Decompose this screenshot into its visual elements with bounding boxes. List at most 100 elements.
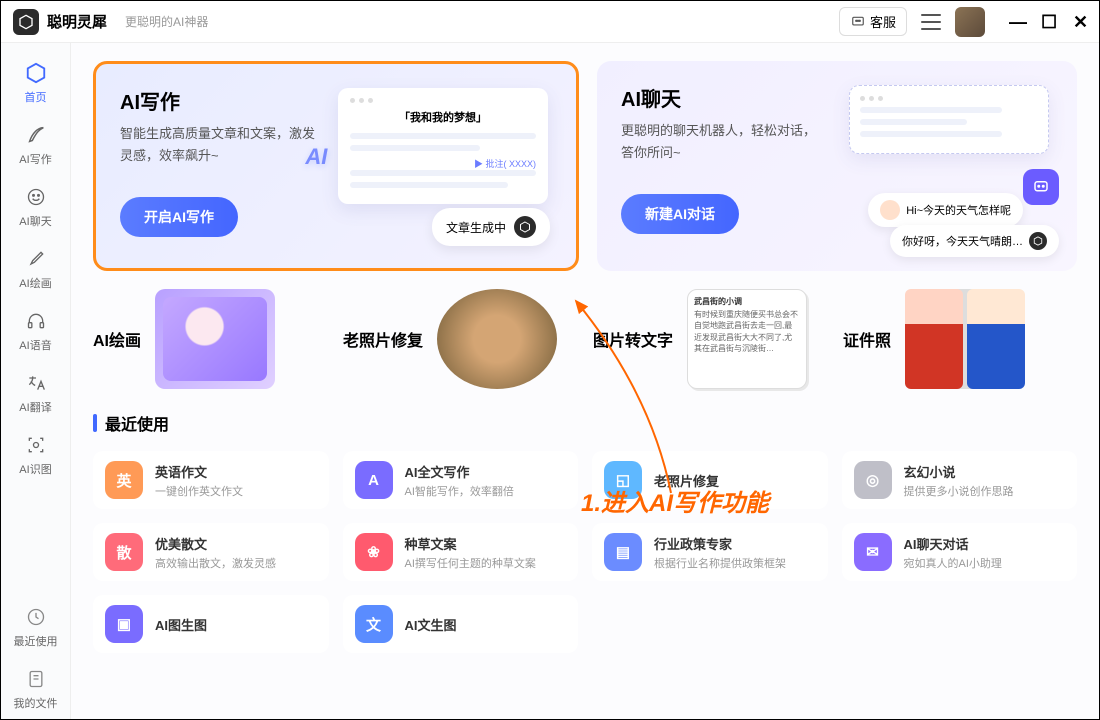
nav-files[interactable]: 我的文件 xyxy=(6,659,66,719)
feature-title: 图片转文字 xyxy=(593,327,673,351)
recent-item[interactable]: ▤ 行业政策专家 根据行业名称提供政策框架 xyxy=(592,523,828,581)
nav-label: 最近使用 xyxy=(14,633,58,649)
feature-title: AI绘画 xyxy=(93,327,141,351)
feature-ocr[interactable]: 图片转文字 武昌街的小调 有时候到重庆随便买书总会不自觉地跑武昌街去走一回,最近… xyxy=(593,289,827,389)
smile-icon xyxy=(24,185,48,209)
recent-item[interactable]: 散 优美散文 高效输出散文，激发灵感 xyxy=(93,523,329,581)
recent-icon: ▤ xyxy=(604,533,642,571)
recent-icon: ✉ xyxy=(854,533,892,571)
hero-writing-card[interactable]: AI写作 智能生成高质量文章和文案，激发灵感，效率飙升~ 开启AI写作 AI 「… xyxy=(93,61,579,271)
logo-icon xyxy=(13,9,39,35)
nav-translate[interactable]: AI翻译 xyxy=(6,363,66,423)
recent-name: 老照片修复 xyxy=(654,471,719,490)
feature-row: AI绘画 老照片修复 图片转文字 武昌街的小调 有时候到重庆随便买书总会不自觉地… xyxy=(93,289,1077,389)
recent-sub: AI智能写作，效率翻倍 xyxy=(405,483,514,499)
recent-item[interactable]: A AI全文写作 AI智能写作，效率翻倍 xyxy=(343,451,579,509)
feature-photorestore[interactable]: 老照片修复 xyxy=(343,289,577,389)
feature-idphoto[interactable]: 证件照 xyxy=(843,289,1077,389)
recent-item[interactable]: 文 AI文生图 xyxy=(343,595,579,653)
hero-writing-title: AI写作 xyxy=(120,86,327,115)
recent-item[interactable]: 英 英语作文 一键创作英文作文 xyxy=(93,451,329,509)
feature-aidraw[interactable]: AI绘画 xyxy=(93,289,327,389)
nav-home[interactable]: 首页 xyxy=(6,53,66,113)
recent-sub: 宛如真人的AI小助理 xyxy=(904,555,1002,571)
menu-button[interactable] xyxy=(921,14,941,30)
app-logo: 聪明灵犀 更聪明的AI神器 xyxy=(13,9,208,35)
support-label: 客服 xyxy=(870,12,896,31)
window-close[interactable]: ✕ xyxy=(1073,15,1087,29)
user-avatar[interactable] xyxy=(955,7,985,37)
app-name: 聪明灵犀 xyxy=(47,11,107,32)
translate-icon xyxy=(24,371,48,395)
chat-bubble-reply: 你好呀，今天天气晴朗… xyxy=(890,225,1059,257)
recent-item[interactable]: ▣ AI图生图 xyxy=(93,595,329,653)
recent-heading: 最近使用 xyxy=(93,411,1077,435)
nav-chat[interactable]: AI聊天 xyxy=(6,177,66,237)
feature-title: 证件照 xyxy=(843,327,891,351)
recent-item[interactable]: ◱ 老照片修复 xyxy=(592,451,828,509)
recent-sub: 根据行业名称提供政策框架 xyxy=(654,555,786,571)
recent-icon: ▣ xyxy=(105,605,143,643)
recent-name: AI全文写作 xyxy=(405,462,514,481)
recent-grid: 英 英语作文 一键创作英文作文 A AI全文写作 AI智能写作，效率翻倍 ◱ 老… xyxy=(93,451,1077,653)
feather-icon xyxy=(24,123,48,147)
recent-item[interactable]: ◎ 玄幻小说 提供更多小说创作思路 xyxy=(842,451,1078,509)
headphone-icon xyxy=(24,309,48,333)
recent-name: 行业政策专家 xyxy=(654,534,786,553)
start-writing-button[interactable]: 开启AI写作 xyxy=(120,197,238,237)
recent-sub: 提供更多小说创作思路 xyxy=(904,483,1014,499)
nav-label: 首页 xyxy=(25,89,47,105)
new-chat-button[interactable]: 新建AI对话 xyxy=(621,194,739,234)
chat-mock-window xyxy=(849,85,1049,154)
nav-draw[interactable]: AI绘画 xyxy=(6,239,66,299)
file-icon xyxy=(24,667,48,691)
hex-icon xyxy=(1029,232,1047,250)
recent-icon: ◎ xyxy=(854,461,892,499)
recent-item[interactable]: ❀ 种草文案 AI撰写任何主题的种草文案 xyxy=(343,523,579,581)
recent-icon: 英 xyxy=(105,461,143,499)
main-content: AI写作 智能生成高质量文章和文案，激发灵感，效率飙升~ 开启AI写作 AI 「… xyxy=(71,43,1099,719)
hero-chat-desc: 更聪明的聊天机器人，轻松对话，答你所问~ xyxy=(621,120,828,164)
nav-writing[interactable]: AI写作 xyxy=(6,115,66,175)
ai-badge: AI xyxy=(305,144,327,170)
nav-label: AI写作 xyxy=(19,151,51,167)
scan-icon xyxy=(24,433,48,457)
bot-avatar-icon xyxy=(880,200,900,220)
feature-thumb: 武昌街的小调 有时候到重庆随便买书总会不自觉地跑武昌街去走一回,最近发现武昌街大… xyxy=(687,289,807,389)
mock-annotation: ▶ 批注( XXXX) xyxy=(350,157,536,170)
feature-thumb xyxy=(155,289,275,389)
recent-sub: AI撰写任何主题的种草文案 xyxy=(405,555,536,571)
window-minimize[interactable]: — xyxy=(1009,15,1023,29)
nav-label: AI识图 xyxy=(19,461,51,477)
chat-bubble-user: Hi~今天的天气怎样呢 xyxy=(868,193,1023,227)
window-maximize[interactable]: ☐ xyxy=(1041,15,1055,29)
hero-writing-desc: 智能生成高质量文章和文案，激发灵感，效率飙升~ xyxy=(120,123,327,167)
recent-sub: 一键创作英文作文 xyxy=(155,483,243,499)
recent-item[interactable]: ✉ AI聊天对话 宛如真人的AI小助理 xyxy=(842,523,1078,581)
recent-icon: 散 xyxy=(105,533,143,571)
recent-icon: A xyxy=(355,461,393,499)
recent-name: 种草文案 xyxy=(405,534,536,553)
support-button[interactable]: 客服 xyxy=(839,7,907,36)
feature-thumb xyxy=(905,289,1025,389)
nav-ocr[interactable]: AI识图 xyxy=(6,425,66,485)
sidebar: 首页 AI写作 AI聊天 AI绘画 AI语音 AI翻译 AI识图 最 xyxy=(1,43,71,719)
writing-mock-window: 「我和我的梦想」 ▶ 批注( XXXX) xyxy=(338,88,548,204)
app-tagline: 更聪明的AI神器 xyxy=(125,13,208,30)
generating-pill: 文章生成中 xyxy=(432,208,550,246)
feature-thumb xyxy=(437,289,557,389)
recent-name: 英语作文 xyxy=(155,462,243,481)
recent-icon: ◱ xyxy=(604,461,642,499)
home-icon xyxy=(24,61,48,85)
hero-chat-card[interactable]: AI聊天 更聪明的聊天机器人，轻松对话，答你所问~ 新建AI对话 Hi~今天的天… xyxy=(597,61,1077,271)
nav-recent[interactable]: 最近使用 xyxy=(6,597,66,657)
mock-doc-title: 「我和我的梦想」 xyxy=(350,109,536,125)
recent-heading-label: 最近使用 xyxy=(105,411,169,435)
nav-voice[interactable]: AI语音 xyxy=(6,301,66,361)
chat-icon xyxy=(850,15,866,29)
nav-label: 我的文件 xyxy=(14,695,58,711)
generating-label: 文章生成中 xyxy=(446,219,506,236)
nav-label: AI聊天 xyxy=(19,213,51,229)
feature-title: 老照片修复 xyxy=(343,327,423,351)
recent-icon: ❀ xyxy=(355,533,393,571)
